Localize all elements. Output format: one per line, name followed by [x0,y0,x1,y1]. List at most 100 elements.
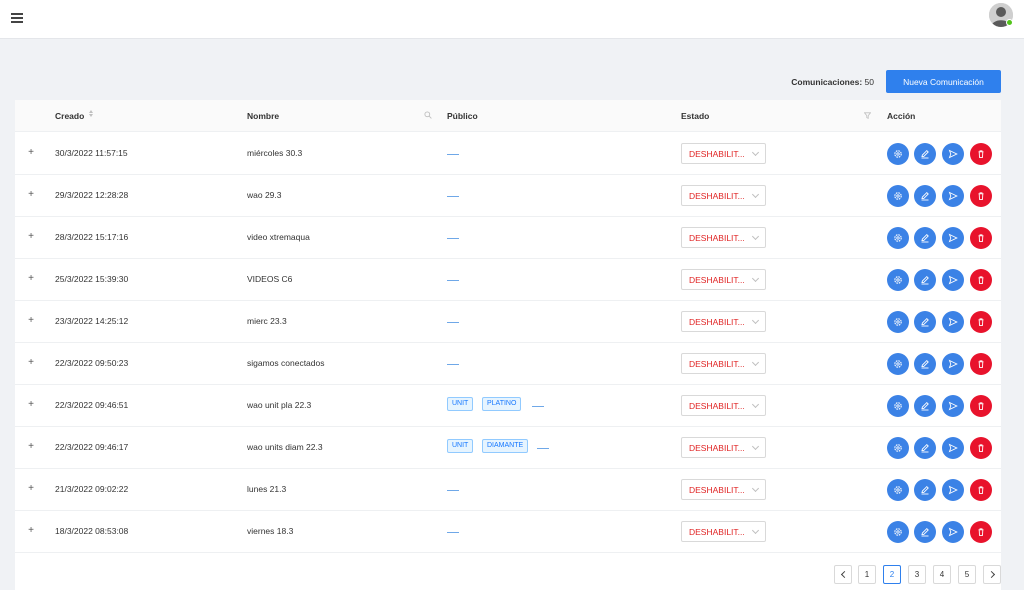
settings-icon [893,359,903,369]
expand-row-icon[interactable]: + [26,315,36,327]
edit-button[interactable] [914,143,936,165]
send-icon [948,485,958,495]
delete-button[interactable] [970,353,992,375]
status-select[interactable]: DESHABILIT... [681,521,766,542]
settings-button[interactable] [887,395,909,417]
chevron-down-icon [751,400,760,409]
status-select[interactable]: DESHABILIT... [681,227,766,248]
edit-button[interactable] [914,269,936,291]
search-icon[interactable] [424,111,432,119]
delete-button[interactable] [970,269,992,291]
delete-button[interactable] [970,521,992,543]
send-button[interactable] [942,311,964,333]
edit-button[interactable] [914,311,936,333]
communication-name: miércoles 30.3 [247,148,303,158]
edit-button[interactable] [914,521,936,543]
expand-row-icon[interactable]: + [26,525,36,537]
settings-button[interactable] [887,437,909,459]
status-select[interactable]: DESHABILIT... [681,353,766,374]
settings-icon [893,443,903,453]
expand-row-icon[interactable]: + [26,441,36,453]
delete-button[interactable] [970,437,992,459]
send-icon [948,233,958,243]
column-status: Estado [681,111,710,121]
table-row: +21/3/2022 09:02:22 lunes 21.3 DESHABILIT.… [15,469,1001,511]
send-button[interactable] [942,437,964,459]
delete-button[interactable] [970,479,992,501]
audience-empty-dash [447,532,459,533]
audience-empty-dash [447,196,459,197]
delete-button[interactable] [970,395,992,417]
hamburger-icon[interactable] [11,13,23,23]
expand-row-icon[interactable]: + [26,357,36,369]
created-date: 28/3/2022 15:17:16 [55,232,129,242]
send-button[interactable] [942,143,964,165]
send-button[interactable] [942,353,964,375]
send-button[interactable] [942,521,964,543]
filter-icon[interactable] [864,112,871,119]
edit-button[interactable] [914,227,936,249]
status-select[interactable]: DESHABILIT... [681,269,766,290]
column-public: Público [447,111,478,121]
communication-name: wao units diam 22.3 [247,442,323,452]
created-date: 29/3/2022 12:28:28 [55,190,129,200]
new-communication-button[interactable]: Nueva Comunicación [886,70,1001,93]
edit-button[interactable] [914,395,936,417]
settings-button[interactable] [887,143,909,165]
edit-button[interactable] [914,353,936,375]
send-button[interactable] [942,227,964,249]
delete-button[interactable] [970,227,992,249]
settings-icon [893,233,903,243]
settings-button[interactable] [887,353,909,375]
edit-button[interactable] [914,479,936,501]
delete-icon [976,527,986,537]
expand-row-icon[interactable]: + [26,273,36,285]
prev-page-button[interactable] [834,565,852,584]
column-created[interactable]: Creado [55,111,84,121]
expand-row-icon[interactable]: + [26,189,36,201]
send-icon [948,317,958,327]
settings-button[interactable] [887,185,909,207]
status-select[interactable]: DESHABILIT... [681,185,766,206]
status-select[interactable]: DESHABILIT... [681,437,766,458]
audience-tag: PLATINO [482,397,522,411]
chevron-down-icon [751,316,760,325]
settings-button[interactable] [887,479,909,501]
status-select[interactable]: DESHABILIT... [681,143,766,164]
delete-button[interactable] [970,143,992,165]
send-button[interactable] [942,395,964,417]
send-button[interactable] [942,479,964,501]
page-button[interactable]: 5 [958,565,976,584]
expand-row-icon[interactable]: + [26,231,36,243]
communication-name: mierc 23.3 [247,316,287,326]
delete-icon [976,485,986,495]
status-value: DESHABILIT... [689,527,745,537]
settings-button[interactable] [887,227,909,249]
expand-row-icon[interactable]: + [26,483,36,495]
send-icon [948,149,958,159]
communications-count: Comunicaciones: 50 [791,77,874,87]
page-button[interactable]: 3 [908,565,926,584]
page-button[interactable]: 2 [883,565,901,584]
next-page-button[interactable] [983,565,1001,584]
status-select[interactable]: DESHABILIT... [681,311,766,332]
delete-button[interactable] [970,185,992,207]
send-button[interactable] [942,269,964,291]
page-button[interactable]: 1 [858,565,876,584]
edit-button[interactable] [914,437,936,459]
created-date: 22/3/2022 09:50:23 [55,358,129,368]
delete-button[interactable] [970,311,992,333]
page-button[interactable]: 4 [933,565,951,584]
sort-icon[interactable] [89,110,95,121]
expand-row-icon[interactable]: + [26,399,36,411]
status-value: DESHABILIT... [689,233,745,243]
send-button[interactable] [942,185,964,207]
expand-row-icon[interactable]: + [26,147,36,159]
status-select[interactable]: DESHABILIT... [681,479,766,500]
settings-button[interactable] [887,311,909,333]
settings-button[interactable] [887,269,909,291]
settings-button[interactable] [887,521,909,543]
delete-icon [976,233,986,243]
edit-button[interactable] [914,185,936,207]
status-select[interactable]: DESHABILIT... [681,395,766,416]
